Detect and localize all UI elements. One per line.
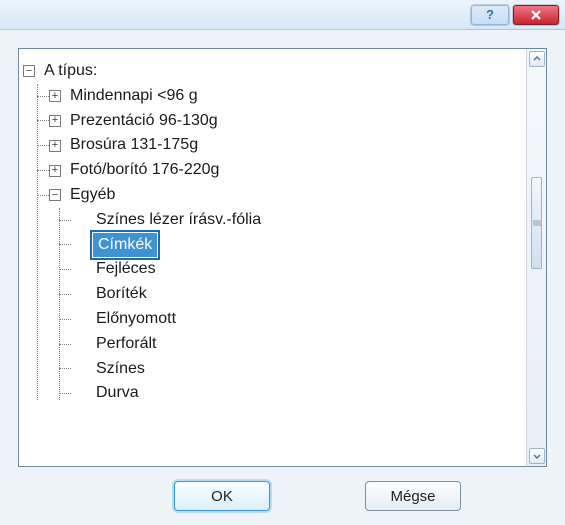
tree-item[interactable]: + Mindennapi <96 g — [51, 84, 520, 109]
tree-leaf-label: Színes lézer írásv.-fólia — [93, 208, 264, 233]
titlebar: ? — [0, 0, 565, 30]
tree-leaf-label: Durva — [93, 381, 142, 406]
ok-button-label: OK — [211, 488, 233, 505]
tree-item-label: Mindennapi <96 g — [67, 84, 201, 109]
ok-button[interactable]: OK — [174, 481, 270, 511]
collapse-icon[interactable]: − — [49, 189, 61, 201]
tree-item[interactable]: + Brosúra 131-175g — [51, 133, 520, 158]
scroll-down-button[interactable] — [529, 448, 545, 464]
vertical-scrollbar[interactable] — [526, 49, 546, 466]
tree-leaf-selected[interactable]: Címkék — [73, 233, 520, 258]
tree-leaf-label: Színes — [93, 357, 148, 382]
close-button[interactable] — [513, 5, 559, 25]
tree-leaf-label: Boríték — [93, 282, 150, 307]
scroll-up-button[interactable] — [529, 51, 545, 67]
chevron-down-icon — [533, 452, 541, 460]
tree-item-egyeb[interactable]: − Egyéb Színes lézer írásv.-fólia — [51, 183, 520, 406]
tree-item[interactable]: + Prezentáció 96-130g — [51, 109, 520, 134]
help-button[interactable]: ? — [471, 5, 509, 25]
tree-item-label: Fotó/borító 176-220g — [67, 158, 222, 183]
expand-icon[interactable]: + — [49, 140, 61, 152]
scroll-track[interactable] — [529, 67, 544, 448]
close-icon — [530, 9, 542, 21]
tree-viewport: − A típus: + Mindennapi <96 g + — [19, 49, 526, 466]
cancel-button[interactable]: Mégse — [365, 481, 461, 511]
button-row: OK Mégse — [88, 467, 547, 511]
tree-root[interactable]: − A típus: + Mindennapi <96 g + — [29, 59, 520, 406]
chevron-up-icon — [533, 55, 541, 63]
tree-leaf[interactable]: Előnyomott — [73, 307, 520, 332]
cancel-button-label: Mégse — [390, 488, 435, 505]
tree-leaf-label: Előnyomott — [93, 307, 179, 332]
tree-leaf[interactable]: Perforált — [73, 332, 520, 357]
tree-leaf[interactable]: Boríték — [73, 282, 520, 307]
expand-icon[interactable]: + — [49, 115, 61, 127]
tree-item[interactable]: + Fotó/borító 176-220g — [51, 158, 520, 183]
tree-root-label: A típus: — [41, 59, 100, 84]
collapse-icon[interactable]: − — [23, 65, 35, 77]
tree-panel: − A típus: + Mindennapi <96 g + — [18, 48, 547, 467]
tree-leaf[interactable]: Durva — [73, 381, 520, 406]
type-tree[interactable]: − A típus: + Mindennapi <96 g + — [29, 59, 520, 406]
tree-leaf[interactable]: Fejléces — [73, 257, 520, 282]
expand-icon[interactable]: + — [49, 90, 61, 102]
tree-leaf[interactable]: Színes lézer írásv.-fólia — [73, 208, 520, 233]
tree-leaf-label: Címkék — [93, 233, 157, 258]
dialog-client: − A típus: + Mindennapi <96 g + — [0, 30, 565, 525]
tree-item-label: Egyéb — [67, 183, 118, 208]
help-icon: ? — [486, 7, 494, 22]
tree-leaf-label: Fejléces — [93, 257, 159, 282]
tree-item-label: Prezentáció 96-130g — [67, 109, 221, 134]
expand-icon[interactable]: + — [49, 165, 61, 177]
scroll-thumb[interactable] — [531, 177, 542, 269]
tree-leaf-label: Perforált — [93, 332, 159, 357]
tree-item-label: Brosúra 131-175g — [67, 133, 201, 158]
tree-leaf[interactable]: Színes — [73, 357, 520, 382]
